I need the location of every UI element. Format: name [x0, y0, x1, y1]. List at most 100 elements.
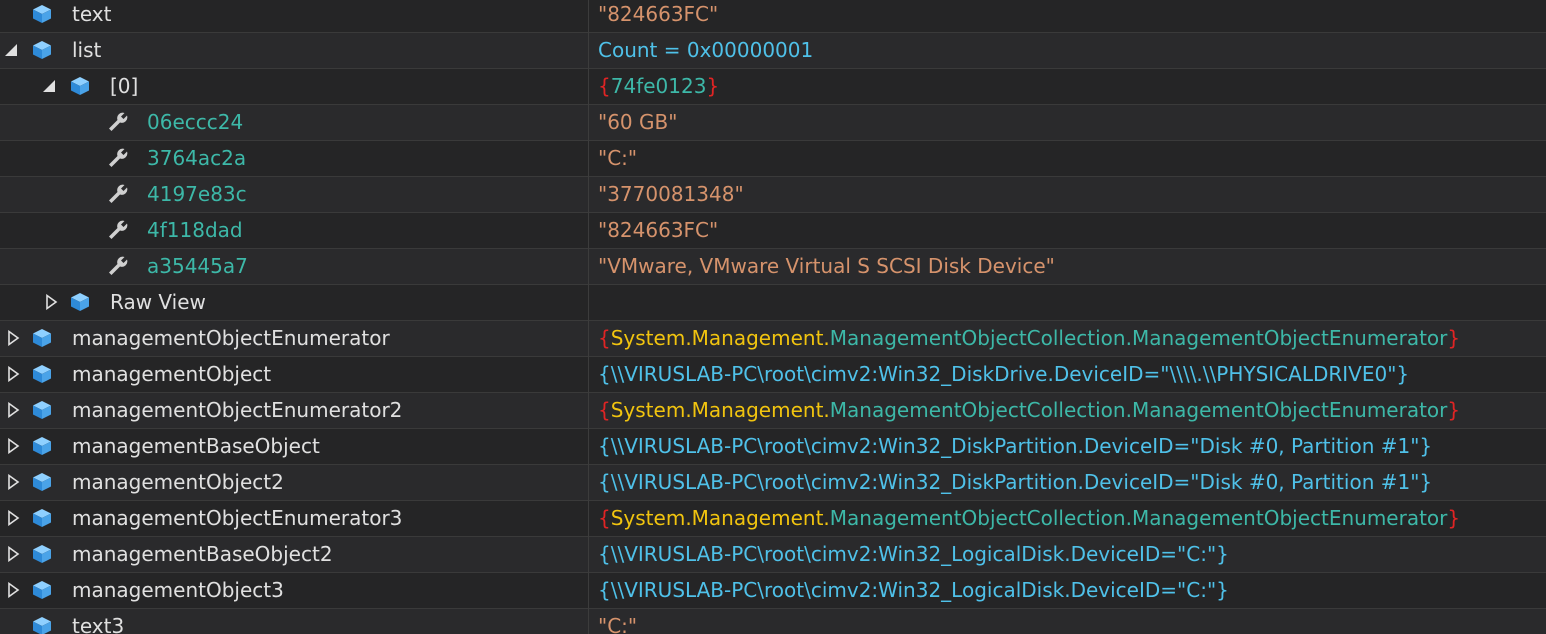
name-cell: Raw View: [0, 285, 588, 320]
value-cell[interactable]: {\\VIRUSLAB-PC\root\cimv2:Win32_LogicalD…: [598, 573, 1538, 608]
variable-name: managementBaseObject2: [72, 542, 333, 566]
wrench-icon: [109, 184, 128, 203]
name-cell: managementObjectEnumerator3: [0, 501, 588, 536]
brace-close: }: [1447, 398, 1461, 422]
value-cell[interactable]: "C:": [598, 141, 1538, 176]
object-cube-icon: [33, 329, 51, 347]
brace-close: }: [706, 74, 720, 98]
collapsed-triangle-icon[interactable]: [6, 582, 20, 598]
value-cell[interactable]: "824663FC": [598, 0, 1538, 32]
value-cell[interactable]: {System.Management.ManagementObjectColle…: [598, 321, 1538, 356]
type-name: ManagementObjectCollection.ManagementObj…: [829, 326, 1448, 350]
name-cell: managementObject: [0, 357, 588, 392]
wrench-icon: [109, 256, 128, 275]
name-cell: [0]: [0, 69, 588, 104]
watch-row-index-0[interactable]: [0] {74fe0123}: [0, 69, 1546, 105]
property-name: 06eccc24: [147, 110, 244, 134]
watch-row-management-base-object[interactable]: managementBaseObject {\\VIRUSLAB-PC\root…: [0, 429, 1546, 465]
value-cell[interactable]: {\\VIRUSLAB-PC\root\cimv2:Win32_DiskPart…: [598, 429, 1538, 464]
watch-row-management-object-enumerator2[interactable]: managementObjectEnumerator2 {System.Mana…: [0, 393, 1546, 429]
value-cell[interactable]: {\\VIRUSLAB-PC\root\cimv2:Win32_DiskPart…: [598, 465, 1538, 500]
name-cell: managementObject2: [0, 465, 588, 500]
collapsed-triangle-icon[interactable]: [6, 366, 20, 382]
variable-name: managementObject3: [72, 578, 284, 602]
brace-open: {: [598, 326, 611, 350]
value-cell[interactable]: "VMware, VMware Virtual S SCSI Disk Devi…: [598, 249, 1538, 284]
object-cube-icon: [33, 365, 51, 383]
watch-row-text3[interactable]: text3 "C:": [0, 609, 1546, 634]
name-cell: managementObject3: [0, 573, 588, 608]
watch-row-management-object2[interactable]: managementObject2 {\\VIRUSLAB-PC\root\ci…: [0, 465, 1546, 501]
name-cell: 4f118dad: [0, 213, 588, 248]
name-cell: 4197e83c: [0, 177, 588, 212]
object-id: 74fe0123: [610, 74, 707, 98]
value-cell[interactable]: {System.Management.ManagementObjectColle…: [598, 501, 1538, 536]
watch-row-property[interactable]: 4197e83c "3770081348": [0, 177, 1546, 213]
wrench-icon: [109, 148, 128, 167]
watch-row-property[interactable]: 4f118dad "824663FC": [0, 213, 1546, 249]
watch-row-property[interactable]: a35445a7 "VMware, VMware Virtual S SCSI …: [0, 249, 1546, 285]
name-cell: managementObjectEnumerator: [0, 321, 588, 356]
collapsed-triangle-icon[interactable]: [6, 474, 20, 490]
name-cell: managementBaseObject: [0, 429, 588, 464]
variable-name: managementObjectEnumerator2: [72, 398, 403, 422]
collapsed-triangle-icon[interactable]: [6, 330, 20, 346]
namespace: System.Management.: [610, 398, 830, 422]
name-cell: text3: [0, 609, 588, 634]
expanded-triangle-icon[interactable]: [42, 78, 56, 94]
object-cube-icon: [33, 437, 51, 455]
collapsed-triangle-icon[interactable]: [6, 438, 20, 454]
property-name: 4197e83c: [147, 182, 247, 206]
brace-open: {: [598, 74, 611, 98]
brace-open: {: [598, 506, 611, 530]
collapsed-triangle-icon[interactable]: [6, 546, 20, 562]
watch-row-management-object-enumerator3[interactable]: managementObjectEnumerator3 {System.Mana…: [0, 501, 1546, 537]
object-cube-icon: [33, 401, 51, 419]
object-cube-icon: [33, 5, 51, 23]
name-cell: list: [0, 33, 588, 68]
brace-open: {: [598, 398, 611, 422]
value-cell[interactable]: Count = 0x00000001: [598, 33, 1538, 68]
brace-close: }: [1447, 326, 1461, 350]
variable-name: managementObjectEnumerator: [72, 326, 390, 350]
value-cell[interactable]: {74fe0123}: [598, 69, 1538, 104]
variable-name: text: [72, 2, 112, 26]
watch-row-property[interactable]: 06eccc24 "60 GB": [0, 105, 1546, 141]
expanded-triangle-icon[interactable]: [4, 42, 18, 58]
name-cell: text: [0, 0, 588, 32]
object-cube-icon: [71, 77, 89, 95]
value-cell[interactable]: "60 GB": [598, 105, 1538, 140]
property-name: 4f118dad: [147, 218, 243, 242]
value-cell[interactable]: "C:": [598, 609, 1538, 634]
watch-row-management-object[interactable]: managementObject {\\VIRUSLAB-PC\root\cim…: [0, 357, 1546, 393]
variable-name: Raw View: [110, 290, 206, 314]
value-cell[interactable]: "3770081348": [598, 177, 1538, 212]
watch-row-property[interactable]: 3764ac2a "C:": [0, 141, 1546, 177]
object-cube-icon: [71, 293, 89, 311]
value-cell[interactable]: {System.Management.ManagementObjectColle…: [598, 393, 1538, 428]
collapsed-triangle-icon[interactable]: [44, 294, 58, 310]
watch-row-management-base-object2[interactable]: managementBaseObject2 {\\VIRUSLAB-PC\roo…: [0, 537, 1546, 573]
object-cube-icon: [33, 509, 51, 527]
collapsed-triangle-icon[interactable]: [6, 402, 20, 418]
variable-name: managementObject: [72, 362, 272, 386]
watch-row-management-object3[interactable]: managementObject3 {\\VIRUSLAB-PC\root\ci…: [0, 573, 1546, 609]
watch-row-management-object-enumerator[interactable]: managementObjectEnumerator {System.Manag…: [0, 321, 1546, 357]
name-cell: a35445a7: [0, 249, 588, 284]
variable-name: managementObject2: [72, 470, 284, 494]
value-cell[interactable]: "824663FC": [598, 213, 1538, 248]
watch-row-list[interactable]: list Count = 0x00000001: [0, 33, 1546, 69]
watch-window: text "824663FC" list Count = 0x00000001 …: [0, 0, 1546, 634]
collapsed-triangle-icon[interactable]: [6, 510, 20, 526]
value-cell[interactable]: [598, 285, 1538, 320]
type-name: ManagementObjectCollection.ManagementObj…: [829, 506, 1448, 530]
value-cell[interactable]: {\\VIRUSLAB-PC\root\cimv2:Win32_LogicalD…: [598, 537, 1538, 572]
name-cell: managementBaseObject2: [0, 537, 588, 572]
namespace: System.Management.: [610, 506, 830, 530]
watch-row-text[interactable]: text "824663FC": [0, 0, 1546, 33]
column-divider[interactable]: [588, 0, 589, 634]
variable-name: text3: [72, 614, 125, 634]
brace-close: }: [1447, 506, 1461, 530]
watch-row-raw-view[interactable]: Raw View: [0, 285, 1546, 321]
value-cell[interactable]: {\\VIRUSLAB-PC\root\cimv2:Win32_DiskDriv…: [598, 357, 1538, 392]
